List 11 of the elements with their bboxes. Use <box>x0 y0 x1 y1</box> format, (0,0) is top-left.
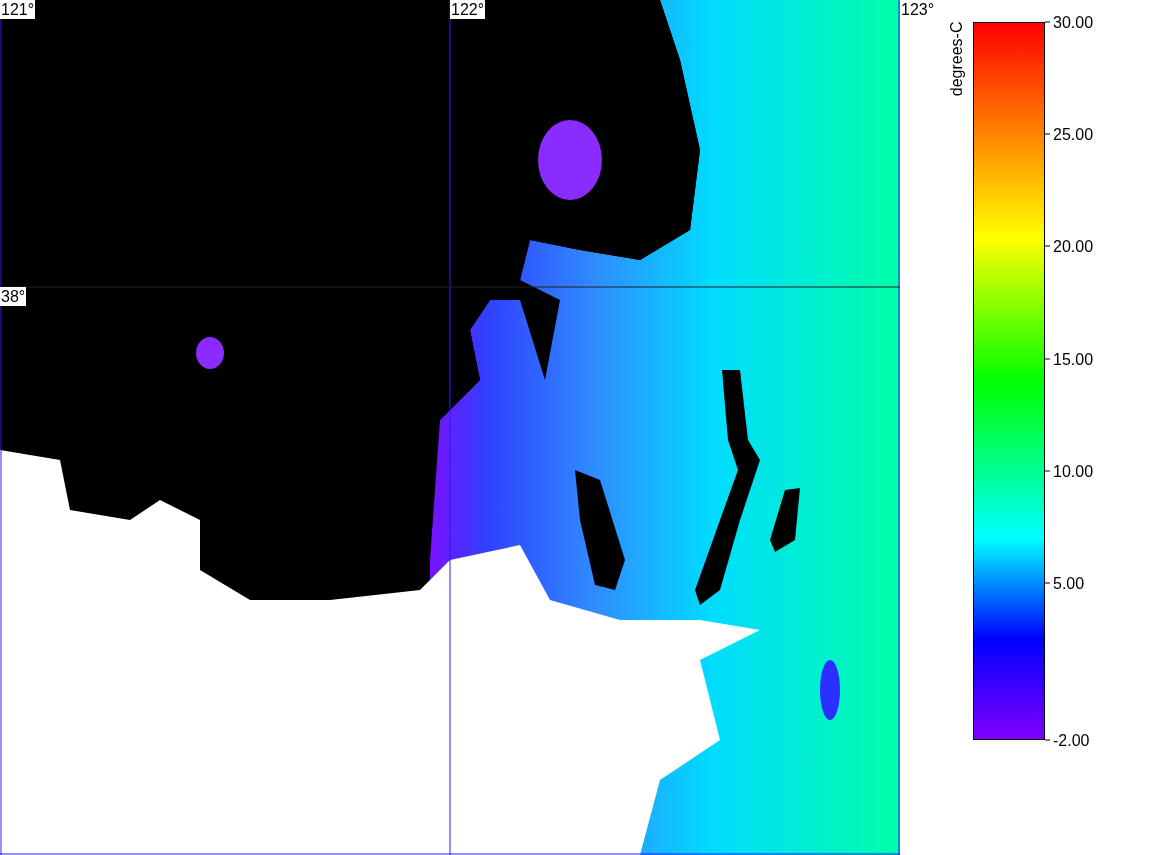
tick-label: 15.00 <box>1053 349 1094 369</box>
tick-label: 10.00 <box>1053 461 1094 481</box>
tick-label: 20.00 <box>1053 236 1094 256</box>
tick-label: -2.00 <box>1053 730 1090 750</box>
tick-label: 5.00 <box>1053 573 1085 593</box>
tick-label: 25.00 <box>1053 124 1094 144</box>
latitude-label: 38° <box>0 287 27 306</box>
longitude-label: 121° <box>0 0 36 19</box>
longitude-label: 122° <box>450 0 486 19</box>
tick-label: 30.00 <box>1053 12 1094 32</box>
colorbar-title: degrees-C <box>946 21 966 99</box>
